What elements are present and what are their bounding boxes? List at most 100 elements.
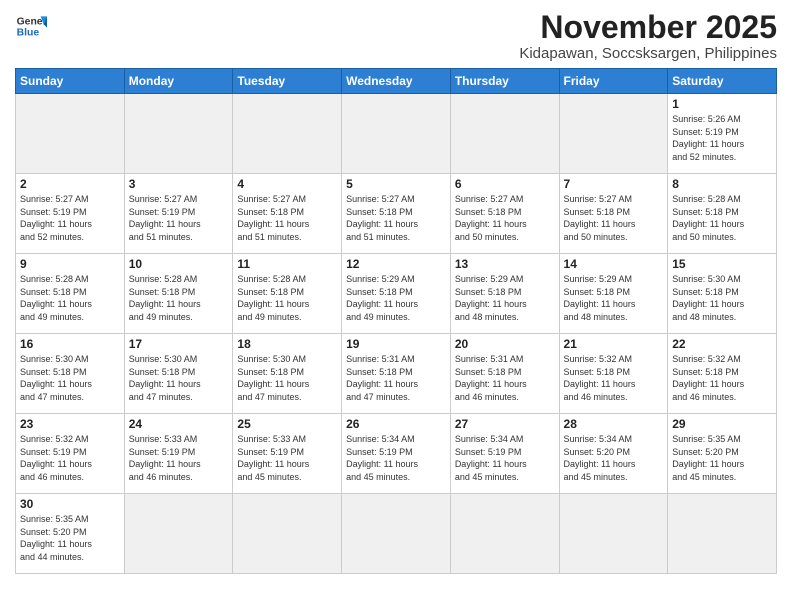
day-number: 26 [346,417,446,431]
weekday-header-monday: Monday [124,69,233,94]
weekday-header-sunday: Sunday [16,69,125,94]
day-info: Sunrise: 5:27 AMSunset: 5:18 PMDaylight:… [346,193,446,243]
day-info: Sunrise: 5:34 AMSunset: 5:20 PMDaylight:… [564,433,664,483]
day-info: Sunrise: 5:29 AMSunset: 5:18 PMDaylight:… [564,273,664,323]
day-info: Sunrise: 5:35 AMSunset: 5:20 PMDaylight:… [672,433,772,483]
calendar-cell: 21Sunrise: 5:32 AMSunset: 5:18 PMDayligh… [559,334,668,414]
day-number: 16 [20,337,120,351]
calendar-cell: 23 Sunrise: 5:32 AMSunset: 5:19 PMDayligh… [16,414,125,494]
day-info: Sunrise: 5:34 AMSunset: 5:19 PMDaylight:… [455,433,555,483]
calendar-cell: 10Sunrise: 5:28 AMSunset: 5:18 PMDayligh… [124,254,233,334]
calendar-cell: 9 Sunrise: 5:28 AMSunset: 5:18 PMDaylight… [16,254,125,334]
day-number: 5 [346,177,446,191]
day-info: Sunrise: 5:27 AMSunset: 5:18 PMDaylight:… [564,193,664,243]
day-number: 29 [672,417,772,431]
calendar-cell: 30Sunrise: 5:35 AMSunset: 5:20 PMDayligh… [16,494,125,574]
day-info: Sunrise: 5:33 AMSunset: 5:19 PMDaylight:… [237,433,337,483]
calendar-cell: 28Sunrise: 5:34 AMSunset: 5:20 PMDayligh… [559,414,668,494]
title-area: November 2025 Kidapawan, Soccsksargen, P… [519,10,777,62]
weekday-header-thursday: Thursday [450,69,559,94]
location-title: Kidapawan, Soccsksargen, Philippines [519,45,777,62]
calendar-cell: 2Sunrise: 5:27 AMSunset: 5:19 PMDaylight… [16,174,125,254]
day-number: 10 [129,257,229,271]
day-info: Sunrise: 5:27 AMSunset: 5:19 PMDaylight:… [129,193,229,243]
day-info: Sunrise: 5:28 AMSunset: 5:18 PMDaylight:… [237,273,337,323]
day-number: 24 [129,417,229,431]
weekday-header-friday: Friday [559,69,668,94]
day-number: 17 [129,337,229,351]
calendar-cell: 12 Sunrise: 5:29 AMSunset: 5:18 PMDayligh… [342,254,451,334]
day-number: 7 [564,177,664,191]
weekday-header-tuesday: Tuesday [233,69,342,94]
day-number: 11 [237,257,337,271]
calendar-body: 1Sunrise: 5:26 AMSunset: 5:19 PMDaylight… [16,94,777,574]
calendar-cell: 6 Sunrise: 5:27 AMSunset: 5:18 PMDaylight… [450,174,559,254]
calendar-cell: 29 Sunrise: 5:35 AMSunset: 5:20 PMDayligh… [668,414,777,494]
day-number: 3 [129,177,229,191]
day-info: Sunrise: 5:30 AMSunset: 5:18 PMDaylight:… [672,273,772,323]
day-number: 20 [455,337,555,351]
calendar-cell [342,94,451,174]
calendar-cell [450,94,559,174]
calendar-cell [668,494,777,574]
calendar-cell [124,494,233,574]
day-info: Sunrise: 5:31 AMSunset: 5:18 PMDaylight:… [455,353,555,403]
calendar-cell: 25 Sunrise: 5:33 AMSunset: 5:19 PMDayligh… [233,414,342,494]
calendar-cell: 3 Sunrise: 5:27 AMSunset: 5:19 PMDaylight… [124,174,233,254]
calendar-cell: 26Sunrise: 5:34 AMSunset: 5:19 PMDayligh… [342,414,451,494]
calendar-cell: 24 Sunrise: 5:33 AMSunset: 5:19 PMDayligh… [124,414,233,494]
day-info: Sunrise: 5:29 AMSunset: 5:18 PMDaylight:… [346,273,446,323]
calendar-cell: 22 Sunrise: 5:32 AMSunset: 5:18 PMDayligh… [668,334,777,414]
day-number: 14 [564,257,664,271]
logo-icon: General Blue [15,10,47,42]
day-info: Sunrise: 5:29 AMSunset: 5:18 PMDaylight:… [455,273,555,323]
day-number: 22 [672,337,772,351]
calendar-cell [559,494,668,574]
calendar-cell: 16 Sunrise: 5:30 AMSunset: 5:18 PMDayligh… [16,334,125,414]
header: General Blue November 2025 Kidapawan, So… [15,10,777,62]
calendar-cell [233,494,342,574]
day-info: Sunrise: 5:31 AMSunset: 5:18 PMDaylight:… [346,353,446,403]
calendar-cell: 14 Sunrise: 5:29 AMSunset: 5:18 PMDayligh… [559,254,668,334]
day-info: Sunrise: 5:32 AMSunset: 5:19 PMDaylight:… [20,433,120,483]
day-info: Sunrise: 5:30 AMSunset: 5:18 PMDaylight:… [20,353,120,403]
day-number: 2 [20,177,120,191]
calendar-cell: 15Sunrise: 5:30 AMSunset: 5:18 PMDayligh… [668,254,777,334]
calendar-cell [342,494,451,574]
calendar-cell [16,94,125,174]
logo: General Blue [15,10,47,42]
day-number: 27 [455,417,555,431]
day-info: Sunrise: 5:27 AMSunset: 5:18 PMDaylight:… [455,193,555,243]
day-number: 12 [346,257,446,271]
calendar-cell: 27 Sunrise: 5:34 AMSunset: 5:19 PMDayligh… [450,414,559,494]
weekday-header-saturday: Saturday [668,69,777,94]
calendar-cell: 11 Sunrise: 5:28 AMSunset: 5:18 PMDayligh… [233,254,342,334]
day-info: Sunrise: 5:28 AMSunset: 5:18 PMDaylight:… [672,193,772,243]
day-number: 13 [455,257,555,271]
calendar-cell: 20 Sunrise: 5:31 AMSunset: 5:18 PMDayligh… [450,334,559,414]
calendar-header: SundayMondayTuesdayWednesdayThursdayFrid… [16,69,777,94]
day-number: 23 [20,417,120,431]
day-info: Sunrise: 5:28 AMSunset: 5:18 PMDaylight:… [20,273,120,323]
calendar-cell [124,94,233,174]
day-info: Sunrise: 5:33 AMSunset: 5:19 PMDaylight:… [129,433,229,483]
calendar-cell: 4Sunrise: 5:27 AMSunset: 5:18 PMDaylight… [233,174,342,254]
day-number: 30 [20,497,120,511]
calendar-cell: 7 Sunrise: 5:27 AMSunset: 5:18 PMDaylight… [559,174,668,254]
day-info: Sunrise: 5:26 AMSunset: 5:19 PMDaylight:… [672,113,772,163]
calendar-cell: 17Sunrise: 5:30 AMSunset: 5:18 PMDayligh… [124,334,233,414]
calendar-table: SundayMondayTuesdayWednesdayThursdayFrid… [15,68,777,574]
svg-text:Blue: Blue [17,28,40,39]
calendar-cell [233,94,342,174]
day-number: 19 [346,337,446,351]
weekday-header-wednesday: Wednesday [342,69,451,94]
day-number: 8 [672,177,772,191]
day-number: 6 [455,177,555,191]
calendar-cell: 1Sunrise: 5:26 AMSunset: 5:19 PMDaylight… [668,94,777,174]
day-info: Sunrise: 5:32 AMSunset: 5:18 PMDaylight:… [672,353,772,403]
day-number: 18 [237,337,337,351]
month-title: November 2025 [519,10,777,45]
calendar-cell: 13 Sunrise: 5:29 AMSunset: 5:18 PMDayligh… [450,254,559,334]
day-number: 9 [20,257,120,271]
day-number: 25 [237,417,337,431]
